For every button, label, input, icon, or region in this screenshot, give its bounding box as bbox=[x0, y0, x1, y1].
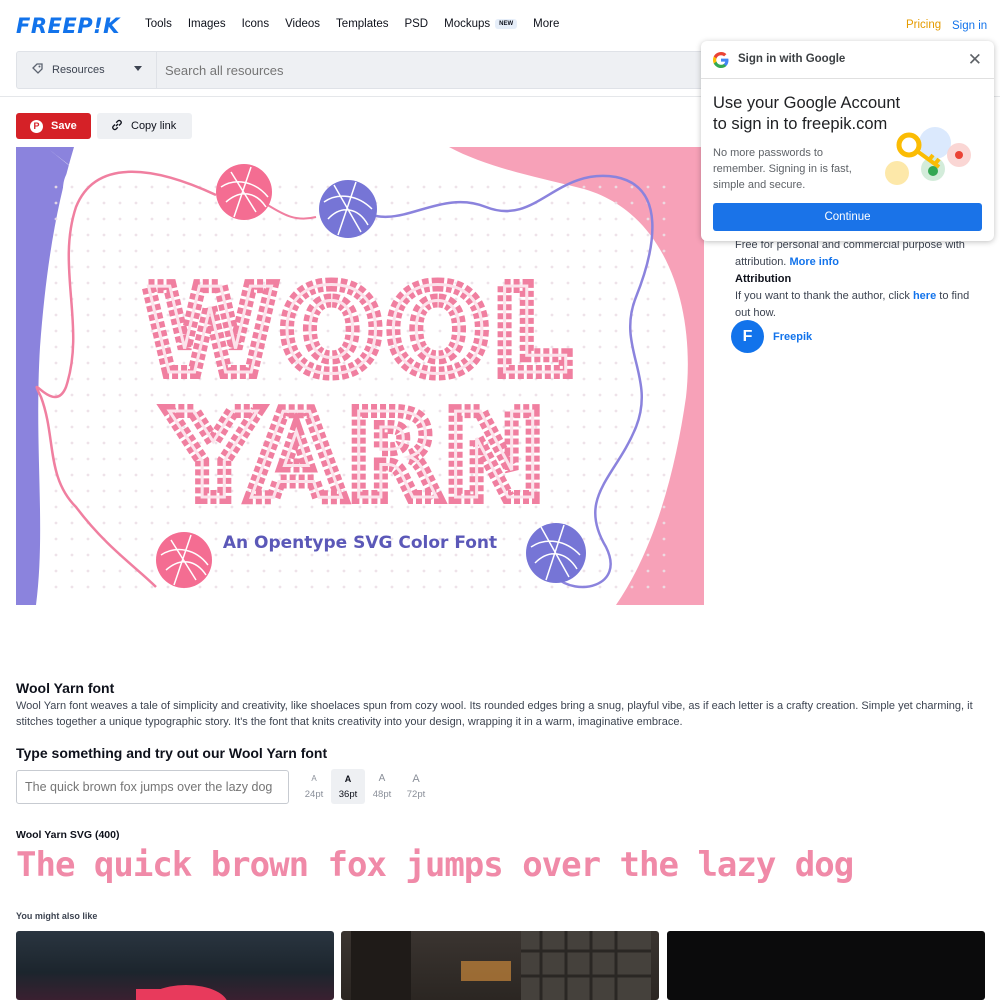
resources-label: Resources bbox=[52, 64, 105, 76]
yarn-ball-purple-bottom bbox=[526, 523, 586, 583]
related-thumbnail[interactable] bbox=[667, 931, 985, 1000]
copy-link-button[interactable]: Copy link bbox=[97, 113, 192, 139]
license-info: Free for personal and commercial purpose… bbox=[735, 237, 975, 322]
license-line: Free for personal and commercial purpose… bbox=[735, 239, 965, 268]
freepik-logo[interactable]: FREEP!K bbox=[16, 14, 120, 38]
resources-dropdown[interactable]: Resources bbox=[17, 52, 157, 88]
nav-icons[interactable]: Icons bbox=[242, 18, 270, 30]
attribution-text: If you want to thank the author, click h… bbox=[735, 288, 975, 322]
nav-videos[interactable]: Videos bbox=[285, 18, 320, 30]
size-glyph: A bbox=[378, 773, 386, 784]
continue-button[interactable]: Continue bbox=[713, 203, 982, 231]
related-title: You might also like bbox=[16, 911, 98, 921]
copy-link-label: Copy link bbox=[131, 120, 177, 132]
nav-tools[interactable]: Tools bbox=[145, 18, 172, 30]
size-label: 48pt bbox=[372, 789, 392, 800]
font-size-selector: A 24pt A 36pt A 48pt A 72pt bbox=[297, 769, 433, 804]
author-profile[interactable]: F Freepik bbox=[731, 320, 812, 353]
nav-mockups[interactable]: Mockups NEW bbox=[444, 18, 518, 30]
font-preview-image: WOOL WOOL YARN YARN An Opentype SVG Colo… bbox=[16, 147, 704, 605]
related-thumbnail[interactable] bbox=[341, 931, 659, 1000]
related-thumbnail[interactable] bbox=[16, 931, 334, 1000]
font-sample-text: The quick brown fox jumps over the lazy … bbox=[16, 845, 854, 885]
logo-text: FREEP!K bbox=[16, 14, 120, 38]
size-glyph: A bbox=[311, 774, 317, 783]
size-option-36pt[interactable]: A 36pt bbox=[331, 769, 365, 804]
pinterest-icon: P bbox=[30, 119, 43, 133]
search-input[interactable] bbox=[157, 62, 657, 78]
size-label: 24pt bbox=[304, 789, 324, 800]
nav-more[interactable]: More bbox=[533, 18, 559, 30]
nav-templates[interactable]: Templates bbox=[336, 18, 388, 30]
size-glyph: A bbox=[412, 773, 420, 785]
close-icon[interactable]: ✕ bbox=[968, 50, 982, 70]
font-variant-label: Wool Yarn SVG (400) bbox=[16, 829, 120, 841]
resources-icon bbox=[31, 62, 44, 78]
size-option-72pt[interactable]: A 72pt bbox=[399, 769, 433, 804]
preview-subtitle: An Opentype SVG Color Font bbox=[223, 533, 497, 553]
pricing-link[interactable]: Pricing bbox=[906, 19, 941, 31]
yarn-ball-purple-top bbox=[319, 180, 377, 238]
save-label: Save bbox=[51, 120, 77, 132]
size-glyph: A bbox=[344, 774, 352, 784]
preview-line1-highlight: WOOL bbox=[145, 262, 575, 400]
try-font-title: Type something and try out our Wool Yarn… bbox=[16, 745, 328, 761]
yarn-ball-pink-bottom bbox=[156, 532, 212, 588]
author-avatar: F bbox=[731, 320, 764, 353]
preview-line2-highlight: YARN bbox=[168, 387, 549, 525]
yarn-ball-pink-top bbox=[216, 164, 272, 220]
font-title: Wool Yarn font bbox=[16, 680, 115, 696]
new-badge: NEW bbox=[495, 19, 518, 29]
attribution-pre: If you want to thank the author, click bbox=[735, 290, 910, 302]
nav-mockups-label: Mockups bbox=[444, 18, 491, 30]
size-label: 36pt bbox=[338, 789, 358, 800]
google-header-text: Sign in with Google bbox=[738, 53, 846, 65]
attribution-title: Attribution bbox=[735, 273, 792, 285]
size-label: 72pt bbox=[406, 789, 426, 800]
key-illustration-icon bbox=[885, 127, 971, 185]
nav-psd[interactable]: PSD bbox=[404, 18, 428, 30]
link-icon bbox=[110, 118, 124, 135]
google-logo-icon bbox=[713, 52, 729, 68]
google-popup-header: Sign in with Google ✕ bbox=[701, 41, 994, 79]
size-option-24pt[interactable]: A 24pt bbox=[297, 769, 331, 804]
attribution-here-link[interactable]: here bbox=[913, 290, 936, 302]
search-bar: Resources bbox=[16, 51, 716, 89]
more-info-link[interactable]: More info bbox=[789, 256, 839, 268]
sign-in-link[interactable]: Sign in bbox=[952, 20, 987, 32]
try-font-input[interactable] bbox=[16, 770, 289, 804]
author-name: Freepik bbox=[773, 330, 813, 343]
nav-images[interactable]: Images bbox=[188, 18, 226, 30]
size-option-48pt[interactable]: A 48pt bbox=[365, 769, 399, 804]
chevron-down-icon bbox=[134, 66, 142, 71]
save-button[interactable]: P Save bbox=[16, 113, 91, 139]
google-description: No more passwords to remember. Signing i… bbox=[713, 147, 852, 191]
font-description: Wool Yarn font weaves a tale of simplici… bbox=[16, 700, 973, 728]
main-nav: Tools Images Icons Videos Templates PSD … bbox=[145, 18, 575, 30]
license-text: Free for personal and commercial purpose… bbox=[735, 237, 975, 271]
google-signin-popup: Sign in with Google ✕ Use your Google Ac… bbox=[701, 41, 994, 241]
